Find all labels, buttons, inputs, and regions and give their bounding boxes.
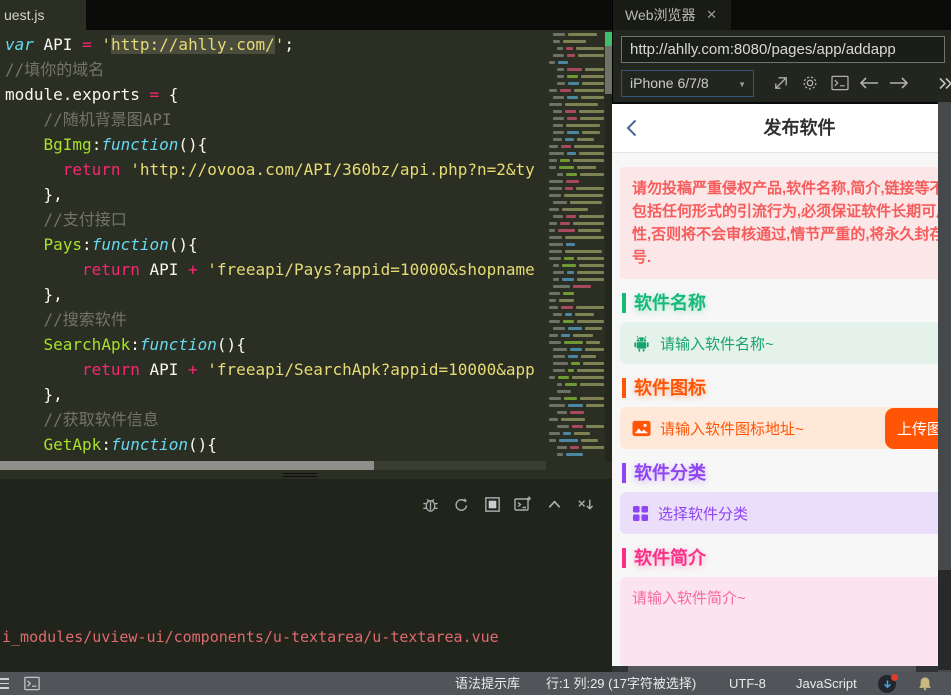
code-line[interactable]: module.exports = { bbox=[0, 82, 545, 107]
open-in-browser-icon[interactable] bbox=[770, 73, 790, 93]
preview-vertical-scrollbar[interactable] bbox=[938, 102, 951, 672]
code-line[interactable]: return API + 'freeapi/Pays?appid=10000&s… bbox=[0, 257, 545, 282]
preview-horizontal-scrollbar[interactable] bbox=[612, 666, 938, 672]
image-icon bbox=[632, 420, 651, 437]
console-toolbar bbox=[419, 493, 596, 515]
section-app-category: 软件分类 选择软件分类 bbox=[612, 463, 938, 534]
code-editor[interactable]: var API = 'http://ahlly.com/';//填你的域名 mod… bbox=[0, 30, 612, 479]
section-heading: 软件图标 bbox=[622, 378, 938, 398]
editor-tabstrip: uest.js bbox=[0, 0, 612, 30]
code-line[interactable]: //获取软件信息 bbox=[0, 407, 545, 432]
mobile-page: 发布软件 请勿投稿严重侵权产品,软件名称,简介,链接等不得包括任何形式的引流行为… bbox=[612, 104, 938, 666]
notification-bell-icon[interactable] bbox=[918, 676, 932, 691]
android-icon bbox=[632, 334, 651, 353]
browser-preview-viewport: 发布软件 请勿投稿严重侵权产品,软件名称,简介,链接等不得包括任何形式的引流行为… bbox=[612, 102, 938, 666]
browser-tab[interactable]: Web浏览器 ✕ bbox=[613, 0, 731, 30]
app-icon-input[interactable]: 请输入软件图标地址~ 上传图片 bbox=[620, 407, 938, 449]
input-placeholder: 选择软件分类 bbox=[658, 505, 749, 523]
chevron-down-icon: ▼ bbox=[738, 80, 746, 89]
new-terminal-icon[interactable] bbox=[512, 493, 534, 515]
stop-icon[interactable] bbox=[481, 493, 503, 515]
url-input[interactable]: http://ahlly.com:8080/pages/app/addapp bbox=[621, 36, 945, 63]
console-panel: i_modules/uview-ui/components/u-textarea… bbox=[0, 479, 612, 672]
close-icon[interactable]: ✕ bbox=[706, 0, 717, 30]
upload-image-button[interactable]: 上传图片 bbox=[884, 407, 938, 449]
app-category-select[interactable]: 选择软件分类 bbox=[620, 492, 938, 534]
minimap[interactable] bbox=[547, 33, 604, 461]
browser-tab-label: Web浏览器 bbox=[625, 7, 696, 23]
scrollbar-thumb[interactable] bbox=[605, 46, 612, 94]
debug-icon[interactable] bbox=[419, 493, 441, 515]
scrollbar-thumb[interactable] bbox=[0, 461, 374, 470]
mobile-navbar: 发布软件 bbox=[612, 104, 938, 153]
browser-tabstrip: Web浏览器 ✕ bbox=[612, 0, 951, 30]
input-placeholder: 请输入软件图标地址~ bbox=[660, 420, 804, 438]
scrollbar-thumb[interactable] bbox=[938, 570, 951, 670]
restart-icon[interactable] bbox=[450, 493, 472, 515]
code-line[interactable]: //随机背景图API bbox=[0, 107, 545, 132]
status-bar: 语法提示库 行:1 列:29 (17字符被选择) UTF-8 JavaScrip… bbox=[0, 672, 951, 695]
code-line[interactable]: return 'http://ovooa.com/API/360bz/api.p… bbox=[0, 157, 545, 182]
clear-icon[interactable] bbox=[574, 493, 596, 515]
device-select-value: iPhone 6/7/8 bbox=[630, 75, 709, 91]
hbuilderx-window: uest.js var API = 'http://ahlly.com/';//… bbox=[0, 0, 951, 695]
panel-splitter-grip[interactable] bbox=[283, 471, 317, 478]
cursor-position-status[interactable]: 行:1 列:29 (17字符被选择) bbox=[546, 672, 696, 695]
section-heading: 软件分类 bbox=[622, 463, 938, 483]
language-status[interactable]: JavaScript bbox=[796, 672, 857, 695]
section-heading: 软件简介 bbox=[622, 548, 938, 568]
update-badge bbox=[891, 674, 898, 681]
code-line[interactable]: }, bbox=[0, 382, 545, 407]
device-select[interactable]: iPhone 6/7/8 ▼ bbox=[621, 70, 754, 97]
app-name-input[interactable]: 请输入软件名称~ bbox=[620, 322, 938, 364]
code-line[interactable]: Pays:function(){ bbox=[0, 232, 545, 257]
back-arrow-icon[interactable] bbox=[859, 73, 879, 93]
code-line[interactable]: //搜索软件 bbox=[0, 307, 545, 332]
page-title: 发布软件 bbox=[763, 118, 836, 138]
terminal-icon[interactable] bbox=[24, 676, 40, 691]
collapse-icon[interactable] bbox=[543, 493, 565, 515]
browser-toolbar: http://ahlly.com:8080/pages/app/addapp i… bbox=[612, 30, 951, 102]
encoding-status[interactable]: UTF-8 bbox=[729, 672, 766, 695]
code-line[interactable]: return API + 'freeapi/SearchApk?appid=10… bbox=[0, 357, 545, 382]
section-app-intro: 软件简介 请输入软件简介~ bbox=[612, 548, 938, 666]
code-line[interactable]: SearchApk:function(){ bbox=[0, 332, 545, 357]
settings-gear-icon[interactable] bbox=[800, 73, 820, 93]
code-line[interactable]: GetApk:function(){ bbox=[0, 432, 545, 457]
terminal-icon[interactable] bbox=[830, 73, 850, 93]
grid-icon bbox=[632, 505, 649, 522]
app-intro-textarea[interactable]: 请输入软件简介~ bbox=[620, 577, 938, 666]
forward-arrow-icon[interactable] bbox=[889, 73, 909, 93]
scrollbar-change-marker bbox=[605, 32, 612, 46]
menu-icon[interactable] bbox=[0, 675, 9, 689]
section-heading: 软件名称 bbox=[622, 293, 938, 313]
more-chevrons-icon[interactable] bbox=[935, 73, 951, 93]
code-line[interactable]: //填你的域名 bbox=[0, 57, 545, 82]
code-line[interactable]: var API = 'http://ahlly.com/'; bbox=[0, 32, 545, 57]
editor-horizontal-scrollbar[interactable] bbox=[0, 461, 546, 470]
code-line[interactable]: //支付接口 bbox=[0, 207, 545, 232]
input-placeholder: 请输入软件简介~ bbox=[632, 590, 746, 607]
code-line[interactable]: }, bbox=[0, 182, 545, 207]
input-placeholder: 请输入软件名称~ bbox=[660, 335, 774, 353]
section-app-name: 软件名称 请输入软件名称~ bbox=[612, 293, 938, 364]
code-line[interactable]: BgImg:function(){ bbox=[0, 132, 545, 157]
code-area[interactable]: var API = 'http://ahlly.com/';//填你的域名 mod… bbox=[0, 32, 545, 462]
editor-tab-label: uest.js bbox=[4, 7, 45, 23]
section-app-icon: 软件图标 请输入软件图标地址~ 上传图片 bbox=[612, 378, 938, 449]
update-icon[interactable] bbox=[878, 674, 898, 693]
code-line[interactable]: }, bbox=[0, 282, 545, 307]
scrollbar-thumb[interactable] bbox=[628, 666, 916, 672]
editor-vertical-scrollbar[interactable] bbox=[605, 32, 612, 462]
notice-text: 请勿投稿严重侵权产品,软件名称,简介,链接等不得包括任何形式的引流行为,必须保证… bbox=[620, 167, 938, 279]
syntax-library-status[interactable]: 语法提示库 bbox=[455, 672, 520, 695]
editor-tab-request-js[interactable]: uest.js bbox=[0, 0, 86, 30]
console-line[interactable]: i_modules/uview-ui/components/u-textarea… bbox=[2, 625, 499, 650]
